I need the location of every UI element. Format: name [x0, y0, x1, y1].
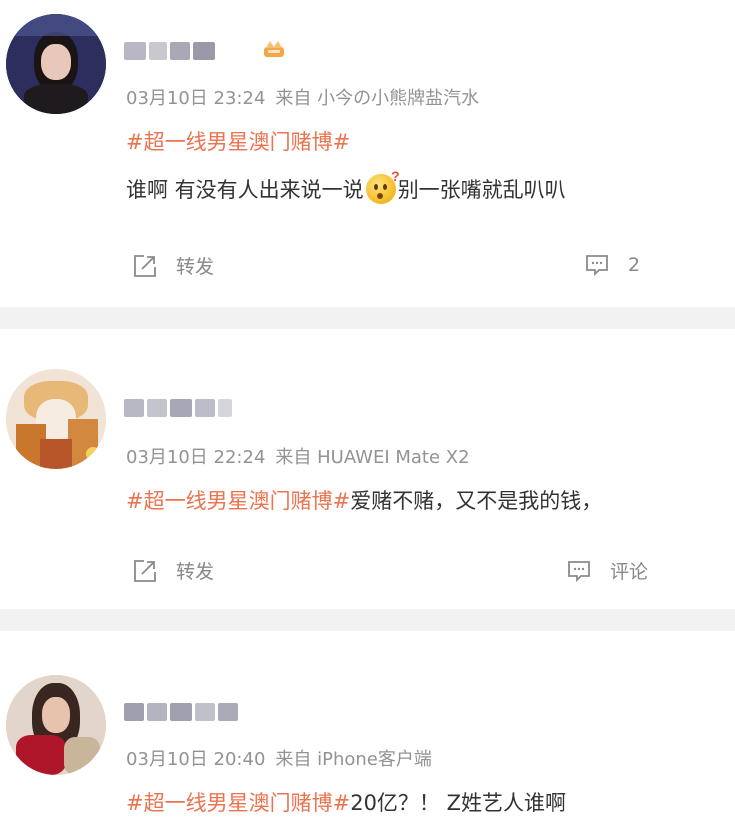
post-source: 来自 HUAWEI Mate X2 — [275, 447, 470, 468]
feed-post: 03月10日 22:24 来自 HUAWEI Mate X2 #超一线男星澳门赌博… — [0, 329, 735, 609]
comment-label: 评论 — [610, 561, 649, 583]
emoji-question-mark: ? — [391, 168, 400, 184]
repost-icon — [134, 559, 156, 582]
post-meta: 03月10日 22:24 来自 HUAWEI Mate X2 — [126, 443, 470, 469]
comment-icon — [586, 255, 608, 277]
topic-tag[interactable]: #超一线男星澳门赌博# — [126, 130, 350, 154]
doubt-emoji-icon: ? — [365, 168, 400, 204]
post-text: 谁啊 有没有人出来说一说? 别一张嘴就乱叭叭 — [126, 168, 566, 204]
post-divider — [0, 307, 735, 329]
comment-icon — [568, 560, 590, 582]
post-text: #超一线男星澳门赌博#爱赌不赌，又不是我的钱， — [126, 485, 602, 515]
topic-tag[interactable]: #超一线男星澳门赌博# — [126, 489, 350, 513]
comment-button[interactable]: 评论 — [566, 557, 648, 584]
post-topic-line: #超一线男星澳门赌博# — [126, 126, 350, 156]
post-meta: 03月10日 23:24 来自 小今の小熊牌盐汽水 — [126, 84, 479, 110]
username-redacted[interactable] — [124, 703, 241, 721]
feed-post: 03月10日 20:40 来自 iPhone客户端 #超一线男星澳门赌博#20亿？… — [0, 631, 735, 832]
post-meta: 03月10日 20:40 来自 iPhone客户端 — [126, 745, 432, 771]
username-redacted[interactable] — [124, 42, 218, 60]
repost-label: 转发 — [176, 256, 215, 278]
post-text-part: 20亿？！ Z姓艺人谁啊 — [350, 791, 566, 815]
post-date: 03月10日 20:40 — [126, 749, 266, 770]
post-text-part: 别一张嘴就乱叭叭 — [397, 178, 566, 202]
avatar[interactable] — [6, 369, 106, 469]
post-text-part: 谁啊 有没有人出来说一说 — [126, 178, 364, 202]
topic-tag[interactable]: #超一线男星澳门赌博# — [126, 791, 350, 815]
post-text: #超一线男星澳门赌博#20亿？！ Z姓艺人谁啊 — [126, 787, 566, 817]
crown-badge-icon — [262, 39, 286, 59]
username-redacted[interactable] — [124, 399, 235, 417]
post-source: 来自 iPhone客户端 — [275, 749, 432, 770]
post-text-part: 爱赌不赌，又不是我的钱， — [350, 489, 603, 513]
repost-label: 转发 — [176, 561, 215, 583]
repost-button[interactable]: 转发 — [132, 557, 214, 584]
comment-button[interactable]: 2 — [584, 252, 640, 278]
repost-icon — [134, 254, 156, 277]
post-source: 来自 小今の小熊牌盐汽水 — [275, 88, 480, 109]
post-date: 03月10日 23:24 — [126, 88, 266, 109]
post-date: 03月10日 22:24 — [126, 447, 266, 468]
post-divider — [0, 609, 735, 631]
feed-post: 03月10日 23:24 来自 小今の小熊牌盐汽水 #超一线男星澳门赌博# 谁啊 … — [0, 0, 735, 307]
comment-count: 2 — [628, 254, 641, 276]
avatar[interactable] — [6, 675, 106, 775]
repost-button[interactable]: 转发 — [132, 252, 214, 279]
avatar[interactable] — [6, 14, 106, 114]
